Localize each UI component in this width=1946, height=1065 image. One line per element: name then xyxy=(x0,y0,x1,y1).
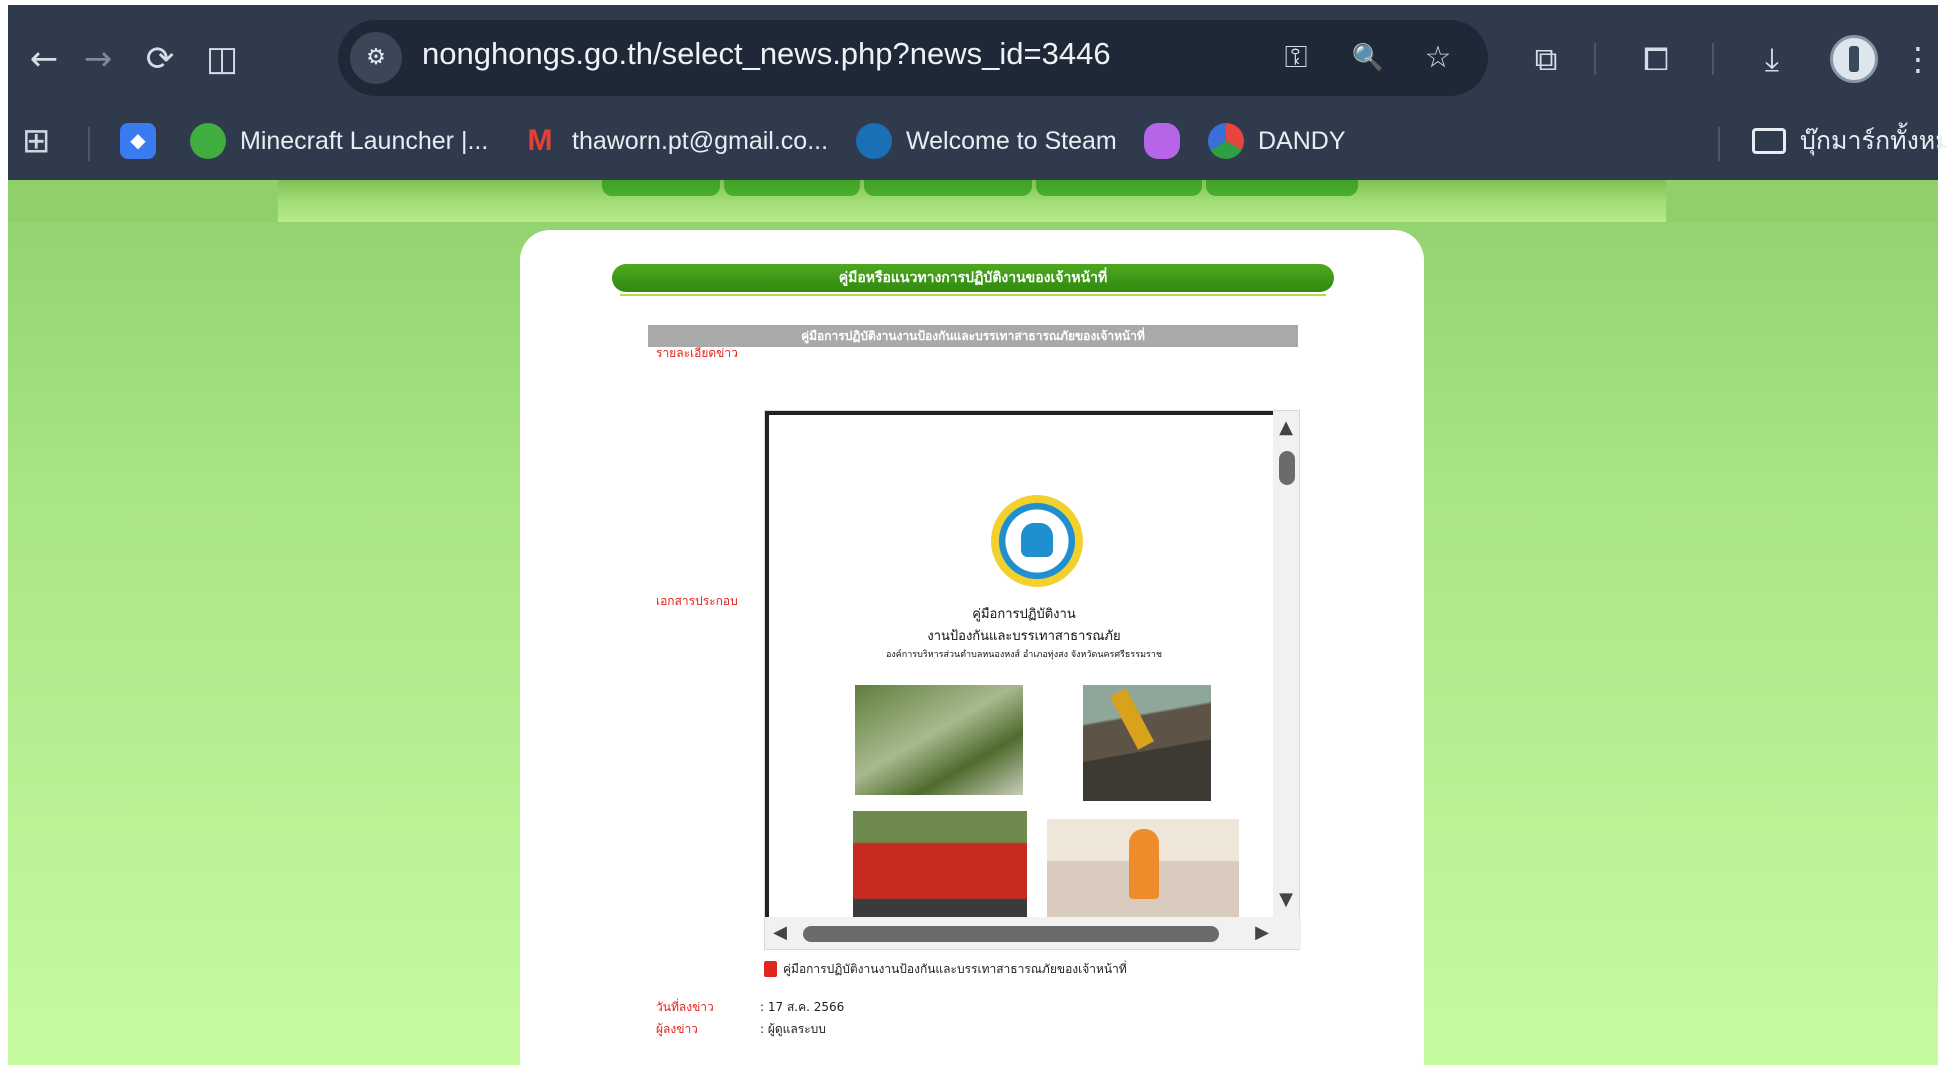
bookmark-label: DANDY xyxy=(1258,126,1346,155)
split-view-button[interactable]: ◫ xyxy=(194,31,250,87)
bookmark-star-button[interactable]: ☆ xyxy=(1414,34,1462,82)
forward-button[interactable]: → xyxy=(70,31,126,87)
bookmark-divider xyxy=(1718,127,1720,161)
folder-icon xyxy=(1752,128,1786,154)
horizontal-scrollbar[interactable]: ◀ ▶ xyxy=(765,917,1301,949)
toolbar-divider xyxy=(1712,43,1714,75)
bookmark-label: Minecraft Launcher |... xyxy=(240,126,489,155)
more-vert-icon: ⋮ xyxy=(1902,40,1934,78)
bookmark-minecraft[interactable]: Minecraft Launcher |... xyxy=(190,121,488,161)
bookmark-gmail[interactable]: M thaworn.pt@gmail.co... xyxy=(522,121,829,161)
pdf-title-line2: งานป้องกันและบรรเทาสาธารณภัย xyxy=(927,629,1121,644)
profile-avatar[interactable] xyxy=(1830,35,1878,83)
bookmark-label: Welcome to Steam xyxy=(906,126,1117,155)
menu-tab-contact[interactable]: ติดต่อ-สอบถาม xyxy=(1206,180,1358,196)
back-button[interactable]: ← xyxy=(16,31,72,87)
detail-label: รายละเอียดข่าว xyxy=(656,346,738,360)
gmail-icon: M xyxy=(527,124,553,157)
reload-button[interactable]: ⟳ xyxy=(132,31,188,87)
site-banner: หน้าแรก ข่าวกิจกรรม ข่าวประชาสัมพันธ์ กร… xyxy=(278,180,1666,222)
photo-fallen-tree xyxy=(855,685,1023,795)
bookmark-label: thaworn.pt@gmail.co... xyxy=(572,126,829,155)
photo-fire-truck xyxy=(853,811,1027,919)
steam-icon xyxy=(856,123,892,159)
dandy-icon xyxy=(1208,123,1244,159)
arrow-right-icon: → xyxy=(83,39,113,79)
scroll-right-icon[interactable]: ▶ xyxy=(1249,922,1275,944)
photo-training-speaker xyxy=(1047,819,1239,919)
menu-tab-announcements[interactable]: ข่าวประชาสัมพันธ์ xyxy=(864,180,1032,196)
scroll-up-icon[interactable]: ▲ xyxy=(1273,417,1299,439)
pdf-title-line1: คู่มือการปฏิบัติงาน xyxy=(972,607,1076,622)
title-underline xyxy=(620,294,1326,296)
bookmark-steam[interactable]: Welcome to Steam xyxy=(856,121,1117,161)
bookmark-divider xyxy=(88,127,90,161)
roblox-icon: ◆ xyxy=(120,123,156,159)
horizontal-scroll-thumb[interactable] xyxy=(803,926,1219,942)
date-label: วันที่ลงข่าว xyxy=(656,1000,714,1014)
gem-icon xyxy=(1144,123,1180,159)
url-text[interactable]: nonghongs.go.th/select_news.php?news_id=… xyxy=(422,36,1111,72)
tune-icon: ⚙ xyxy=(366,45,386,70)
extensions-button[interactable]: ⧉ xyxy=(1518,31,1574,87)
bookmark-label: บุ๊กมาร์กทั้งหมด xyxy=(1800,127,1946,155)
browser-chrome: ← → ⟳ ◫ ⚙ nonghongs.go.th/select_news.ph… xyxy=(8,5,1946,180)
vertical-scroll-thumb[interactable] xyxy=(1279,451,1295,485)
pdf-title-line3: องค์การบริหารส่วนตำบลหนองหงส์ อำเภอทุ่งส… xyxy=(885,650,1162,660)
content-card: คู่มือหรือแนวทางการปฏิบัติงานของเจ้าหน้า… xyxy=(520,230,1424,1065)
downloads-button[interactable]: ⤓ xyxy=(1744,31,1800,87)
attachment-link[interactable]: คู่มือการปฏิบัติงานงานป้องกันและบรรเทาสา… xyxy=(764,960,1127,978)
address-bar[interactable]: ⚙ nonghongs.go.th/select_news.php?news_i… xyxy=(338,20,1488,96)
all-bookmarks-folder[interactable]: บุ๊กมาร์กทั้งหมด xyxy=(1752,121,1946,161)
apps-grid-icon: ⊞ xyxy=(22,122,51,160)
bookmark-roblox[interactable]: ◆ xyxy=(120,121,170,161)
password-key-button[interactable]: ⚿ xyxy=(1272,34,1320,82)
organization-seal xyxy=(991,495,1083,587)
scroll-left-icon[interactable]: ◀ xyxy=(767,922,793,944)
cast-search-button[interactable]: ⧠ xyxy=(1628,31,1684,87)
cast-search-icon: ⧠ xyxy=(1643,40,1669,78)
menu-tab-activities[interactable]: ข่าวกิจกรรม xyxy=(724,180,860,196)
author-label: ผู้ลงข่าว xyxy=(656,1022,698,1036)
author-value: : ผู้ดูแลระบบ xyxy=(760,1022,826,1036)
site-info-button[interactable]: ⚙ xyxy=(350,32,402,84)
pdf-viewer[interactable]: คู่มือการปฏิบัติงาน งานป้องกันและบรรเทาส… xyxy=(764,410,1301,950)
zoom-button[interactable]: 🔍 xyxy=(1344,34,1392,82)
arrow-left-icon: ← xyxy=(29,39,59,79)
section-title: คู่มือหรือแนวทางการปฏิบัติงานของเจ้าหน้า… xyxy=(612,264,1334,292)
zoom-icon: 🔍 xyxy=(1351,43,1385,73)
split-view-icon: ◫ xyxy=(205,39,239,79)
news-title-header: คู่มือการปฏิบัติงานงานป้องกันและบรรเทาสา… xyxy=(648,325,1298,347)
apps-button[interactable]: ⊞ xyxy=(22,121,51,161)
star-icon: ☆ xyxy=(1424,40,1452,75)
pdf-page: คู่มือการปฏิบัติงาน งานป้องกันและบรรเทาส… xyxy=(765,411,1275,919)
browser-toolbar: ← → ⟳ ◫ ⚙ nonghongs.go.th/select_news.ph… xyxy=(8,5,1938,105)
reload-icon: ⟳ xyxy=(145,39,175,79)
menu-tab-home[interactable]: หน้าแรก xyxy=(602,180,720,196)
bookmark-dandy[interactable]: DANDY xyxy=(1208,121,1346,161)
menu-tab-qa-board[interactable]: กระดานถาม-ตอบ xyxy=(1036,180,1202,196)
attachment-filename[interactable]: คู่มือการปฏิบัติงานงานป้องกันและบรรเทาสา… xyxy=(783,960,1127,979)
bookmark-gem[interactable] xyxy=(1144,121,1194,161)
bookmarks-bar: ⊞ ◆ Minecraft Launcher |... M thaworn.pt… xyxy=(8,105,1946,180)
scroll-down-icon[interactable]: ▼ xyxy=(1273,889,1299,911)
download-icon: ⤓ xyxy=(1764,40,1780,78)
attachment-label: เอกสารประกอบ xyxy=(656,594,738,608)
puzzle-icon: ⧉ xyxy=(1534,40,1558,78)
xbox-icon xyxy=(190,123,226,159)
browser-menu-button[interactable]: ⋮ xyxy=(1898,31,1938,87)
web-page: หน้าแรก ข่าวกิจกรรม ข่าวประชาสัมพันธ์ กร… xyxy=(8,180,1938,1065)
date-value: : 17 ส.ค. 2566 xyxy=(760,1000,845,1014)
toolbar-divider xyxy=(1594,43,1596,75)
vertical-scrollbar[interactable]: ▲ ▼ xyxy=(1273,411,1299,919)
pdf-file-icon xyxy=(764,961,777,977)
key-icon: ⚿ xyxy=(1284,40,1308,75)
photo-excavator xyxy=(1083,685,1211,801)
